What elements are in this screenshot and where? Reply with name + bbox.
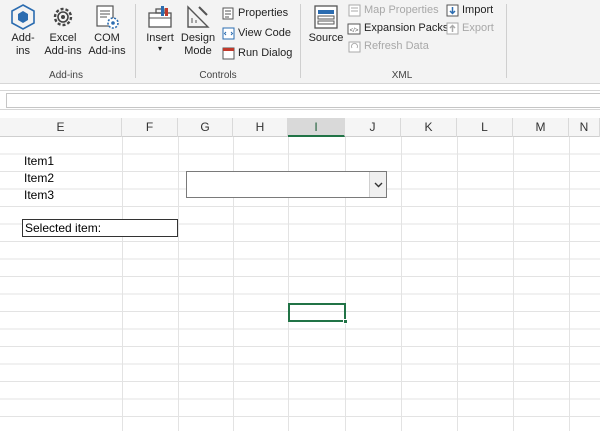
column-header-n[interactable]: N <box>569 118 600 137</box>
combo-dropdown-button[interactable] <box>369 172 386 197</box>
xml-group: Source Map Properties </> Expansion Pack… <box>302 0 502 84</box>
source-icon <box>310 2 342 32</box>
column-header-g[interactable]: G <box>178 118 233 137</box>
view-code-label: View Code <box>238 27 291 39</box>
insert-button[interactable]: Insert ▾ <box>143 2 177 53</box>
export-label: Export <box>462 22 494 34</box>
map-properties-icon <box>347 3 361 17</box>
column-header-h[interactable]: H <box>233 118 288 137</box>
addins-group-label: Add-ins <box>49 70 83 81</box>
group-separator <box>506 4 507 78</box>
gridline <box>569 137 570 431</box>
gear-icon <box>47 2 79 32</box>
run-dialog-button[interactable]: Run Dialog <box>221 44 292 62</box>
column-header-m[interactable]: M <box>513 118 569 137</box>
toolbox-icon <box>144 2 176 32</box>
addins-group: Add- ins Excel Add-ins COM Add-ins Add-i… <box>0 0 132 84</box>
export-icon <box>445 21 459 35</box>
map-properties-label: Map Properties <box>364 4 439 16</box>
com-addins-label: COM Add-ins <box>88 32 126 57</box>
com-addins-button[interactable]: COM Add-ins <box>86 2 128 58</box>
worksheet-grid[interactable]: E F G H I J K L M N Item1 Item2 Item3 Se… <box>0 118 600 431</box>
gridline <box>122 137 123 431</box>
column-header-l[interactable]: L <box>457 118 513 137</box>
group-separator <box>300 4 301 78</box>
import-button[interactable]: Import <box>445 1 493 19</box>
properties-icon <box>221 6 235 20</box>
column-header-f[interactable]: F <box>122 118 178 137</box>
excel-addins-button[interactable]: Excel Add-ins <box>42 2 84 58</box>
column-header-e[interactable]: E <box>0 118 122 137</box>
selected-item-cell[interactable]: Selected item: <box>22 219 178 237</box>
column-header-j[interactable]: J <box>345 118 401 137</box>
view-code-icon <box>221 26 235 40</box>
addins-label: Add- ins <box>11 32 35 57</box>
expansion-packs-icon: </> <box>347 21 361 35</box>
import-icon <box>445 3 459 17</box>
column-header-i[interactable]: I <box>288 118 345 137</box>
ribbon: Add- ins Excel Add-ins COM Add-ins Add-i… <box>0 0 600 84</box>
expansion-packs-button[interactable]: </> Expansion Packs <box>347 19 448 37</box>
design-mode-icon <box>182 2 214 32</box>
source-button[interactable]: Source <box>308 2 344 45</box>
refresh-data-label: Refresh Data <box>364 40 429 52</box>
column-header-row: E F G H I J K L M N <box>0 118 600 137</box>
refresh-data-button[interactable]: Refresh Data <box>347 37 429 55</box>
run-dialog-label: Run Dialog <box>238 47 293 59</box>
expansion-packs-label: Expansion Packs <box>364 22 449 34</box>
design-mode-button[interactable]: Design Mode <box>181 2 215 58</box>
formula-bar <box>0 90 600 110</box>
gridline <box>178 137 179 431</box>
gridline <box>401 137 402 431</box>
active-cell-selection[interactable] <box>288 303 348 324</box>
cell-item1[interactable]: Item1 <box>24 153 54 170</box>
combo-box-control[interactable] <box>186 171 387 198</box>
chevron-down-icon <box>374 182 382 187</box>
group-separator <box>135 4 136 78</box>
properties-label: Properties <box>238 7 289 19</box>
insert-dropdown-icon: ▾ <box>157 44 162 53</box>
properties-button[interactable]: Properties <box>221 4 288 22</box>
import-label: Import <box>462 4 494 16</box>
source-label: Source <box>308 32 344 44</box>
com-addins-icon <box>91 2 123 32</box>
column-header-k[interactable]: K <box>401 118 457 137</box>
addins-hexagon-icon <box>7 2 39 32</box>
refresh-data-icon <box>347 39 361 53</box>
gridline <box>457 137 458 431</box>
map-properties-button[interactable]: Map Properties <box>347 1 439 19</box>
design-mode-label: Design Mode <box>180 32 216 57</box>
run-dialog-icon <box>221 46 235 60</box>
gridline <box>513 137 514 431</box>
formula-input[interactable] <box>6 93 600 108</box>
fill-handle[interactable] <box>343 319 348 324</box>
view-code-button[interactable]: View Code <box>221 24 291 42</box>
export-button[interactable]: Export <box>445 19 494 37</box>
svg-text:</>: </> <box>350 28 359 34</box>
excel-addins-label: Excel Add-ins <box>44 32 82 57</box>
addins-button[interactable]: Add- ins <box>6 2 40 58</box>
cell-item2[interactable]: Item2 <box>24 170 54 187</box>
controls-group: Insert ▾ Design Mode Properties View Cod… <box>137 0 299 84</box>
controls-group-label: Controls <box>199 70 237 81</box>
cell-item3[interactable]: Item3 <box>24 187 54 204</box>
xml-group-label: XML <box>391 70 413 81</box>
